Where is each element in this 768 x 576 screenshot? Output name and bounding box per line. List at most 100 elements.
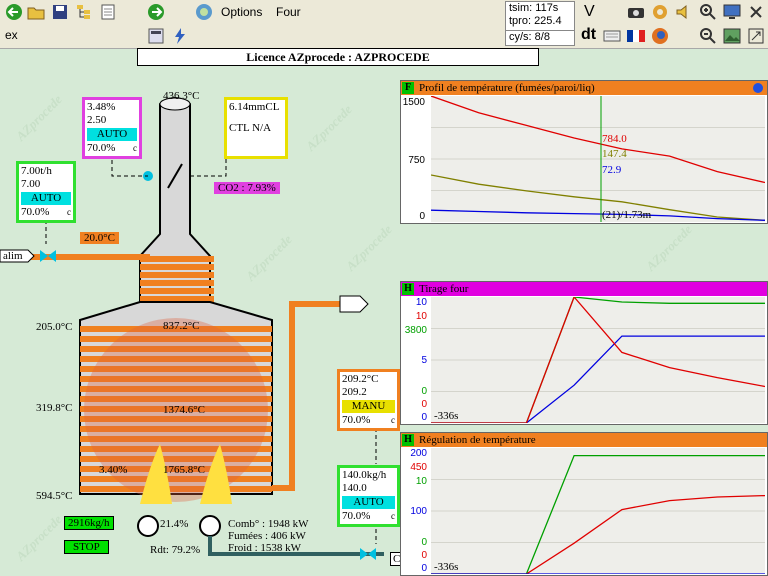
temp-319-label: 319.8°C [36, 402, 73, 414]
y-tick: 0 [421, 550, 427, 561]
temp-205-label: 205.0°C [36, 321, 73, 333]
fullscreen-icon[interactable] [746, 26, 766, 46]
panel-title-bar: H Tirage four [401, 282, 767, 296]
controller-mode[interactable]: MANU [342, 400, 395, 413]
cycles-box: cy/s: 8/8 [505, 30, 575, 46]
temp-regulation-plot [431, 448, 765, 574]
document-icon[interactable] [98, 2, 118, 22]
panel-status-icon[interactable] [753, 83, 763, 93]
panel-title-bar: F Profil de température (fumées/paroi/li… [401, 81, 767, 95]
open-folder-icon[interactable] [26, 2, 46, 22]
options-gear-icon[interactable] [194, 2, 214, 22]
zoom-in-icon[interactable] [698, 2, 718, 22]
controller-output: 70.0% [21, 206, 50, 218]
cys-readout: cy/s: 8/8 [509, 31, 550, 43]
tsim-readout: tsim: 117s [509, 2, 559, 14]
feed-temp-label: 20.0°C [80, 232, 119, 244]
lightning-icon[interactable] [170, 26, 190, 46]
controller-value: 140.0kg/h [342, 469, 387, 481]
temperature-profile-plot [431, 96, 765, 222]
save-disk-icon[interactable] [50, 2, 70, 22]
controller-value: 6.14mmCL [229, 101, 280, 113]
series-line [431, 209, 765, 221]
series-line [431, 96, 765, 184]
temperature-profile-panel: F Profil de température (fumées/paroi/li… [400, 80, 768, 224]
controller-output: 70.0% [87, 142, 116, 154]
draft-panel: H Tirage four 10 10 3800 5 0 0 0 -336s [400, 281, 768, 425]
y-tick: 0 [421, 537, 427, 548]
y-tick: 5 [421, 355, 427, 366]
y-tick: 10 [415, 297, 427, 308]
y-tick: 200 [410, 448, 427, 459]
stop-button[interactable]: STOP [64, 540, 109, 554]
co2-label: CO2 : 7.93% [214, 182, 280, 194]
zoom-out-icon[interactable] [698, 26, 718, 46]
outlet-pipe [272, 301, 340, 491]
controller-status: CTL N/A [229, 122, 272, 134]
panel-letter[interactable]: F [402, 82, 414, 94]
controller-mode[interactable]: AUTO [21, 192, 71, 205]
panel-title: Profil de température (fumées/paroi/liq) [419, 82, 595, 94]
cl-controller[interactable]: 6.14mmCL CTL N/A [224, 97, 288, 159]
controller-mode[interactable]: AUTO [342, 496, 395, 509]
y-tick: 0 [421, 563, 427, 574]
forward-arrow-icon[interactable] [146, 2, 166, 22]
camera-icon[interactable] [626, 2, 646, 22]
y-tick: 10 [415, 476, 427, 487]
controller-setpoint: 140.0 [342, 482, 367, 494]
outlet-temp-controller[interactable]: 209.2°C 209.2 MANU 70.0% c [337, 369, 400, 431]
v-button[interactable]: V [584, 3, 595, 21]
options-menu[interactable]: Options [221, 5, 262, 19]
monitor-icon[interactable] [722, 2, 742, 22]
panel-letter[interactable]: H [402, 434, 414, 446]
back-arrow-icon[interactable] [4, 2, 24, 22]
series-line [431, 494, 765, 574]
controller-flag: c [133, 143, 137, 153]
fuel-valve-icon[interactable] [360, 548, 376, 560]
temp-regulation-panel: H Régulation de température 200 450 10 1… [400, 432, 768, 576]
fuel-flow-controller[interactable]: 140.0kg/h 140.0 AUTO 70.0% c [337, 465, 400, 527]
controller-value: 7.00t/h [21, 165, 52, 177]
stack-chimney [159, 97, 191, 235]
o2-controller[interactable]: 3.48% 2.50 AUTO 70.0% c [82, 97, 142, 159]
stack-temp-label: 436.3°C [163, 90, 200, 102]
combustion-power-label: Comb° : 1948 kW [228, 518, 309, 530]
panel-title-bar: H Régulation de température [401, 433, 767, 447]
controller-value: 3.48% [87, 101, 116, 113]
controller-output: 70.0% [342, 510, 371, 522]
close-x-icon[interactable] [746, 2, 766, 22]
y-tick: 100 [410, 506, 427, 517]
y-tick: 750 [408, 155, 425, 166]
controller-mode[interactable]: AUTO [87, 128, 137, 141]
y-tick: 450 [410, 462, 427, 473]
dt-button[interactable]: dt [581, 26, 596, 44]
picture-icon[interactable] [722, 26, 742, 46]
french-flag-icon[interactable] [626, 26, 646, 46]
tree-view-icon[interactable] [74, 2, 94, 22]
temp-1765-label: 1765.8°C [163, 464, 205, 476]
browser-globe-icon[interactable] [650, 26, 670, 46]
feed-flow-controller[interactable]: 7.00t/h 7.00 AUTO 70.0% c [16, 161, 76, 223]
efficiency-label: Rdt: 79.2% [150, 544, 201, 556]
feed-valve-icon[interactable] [40, 250, 56, 262]
panel-letter[interactable]: H [402, 283, 414, 295]
y-tick: 0 [421, 399, 427, 410]
position-readout: (21)/1.73m [602, 209, 652, 221]
toolbar: Options Four tsim: 117s tpro: 225.4 cy/s… [0, 0, 768, 49]
speaker-icon[interactable] [674, 2, 694, 22]
feed-pipe [30, 254, 150, 260]
four-menu[interactable]: Four [276, 5, 301, 19]
y-tick: 3800 [404, 325, 427, 336]
y-tick: 0 [421, 412, 427, 423]
draft-plot [431, 297, 765, 423]
burner-right [199, 515, 221, 537]
controller-flag: c [67, 207, 71, 217]
series-line [431, 454, 765, 574]
alim-label: alim [3, 250, 23, 262]
panel-title: Tirage four [419, 283, 469, 295]
keyboard-icon[interactable] [602, 26, 622, 46]
settings-gear-icon[interactable] [650, 2, 670, 22]
calculator-icon[interactable] [146, 26, 166, 46]
controller-setpoint: 2.50 [87, 114, 107, 126]
temp-594-label: 594.5°C [36, 490, 73, 502]
